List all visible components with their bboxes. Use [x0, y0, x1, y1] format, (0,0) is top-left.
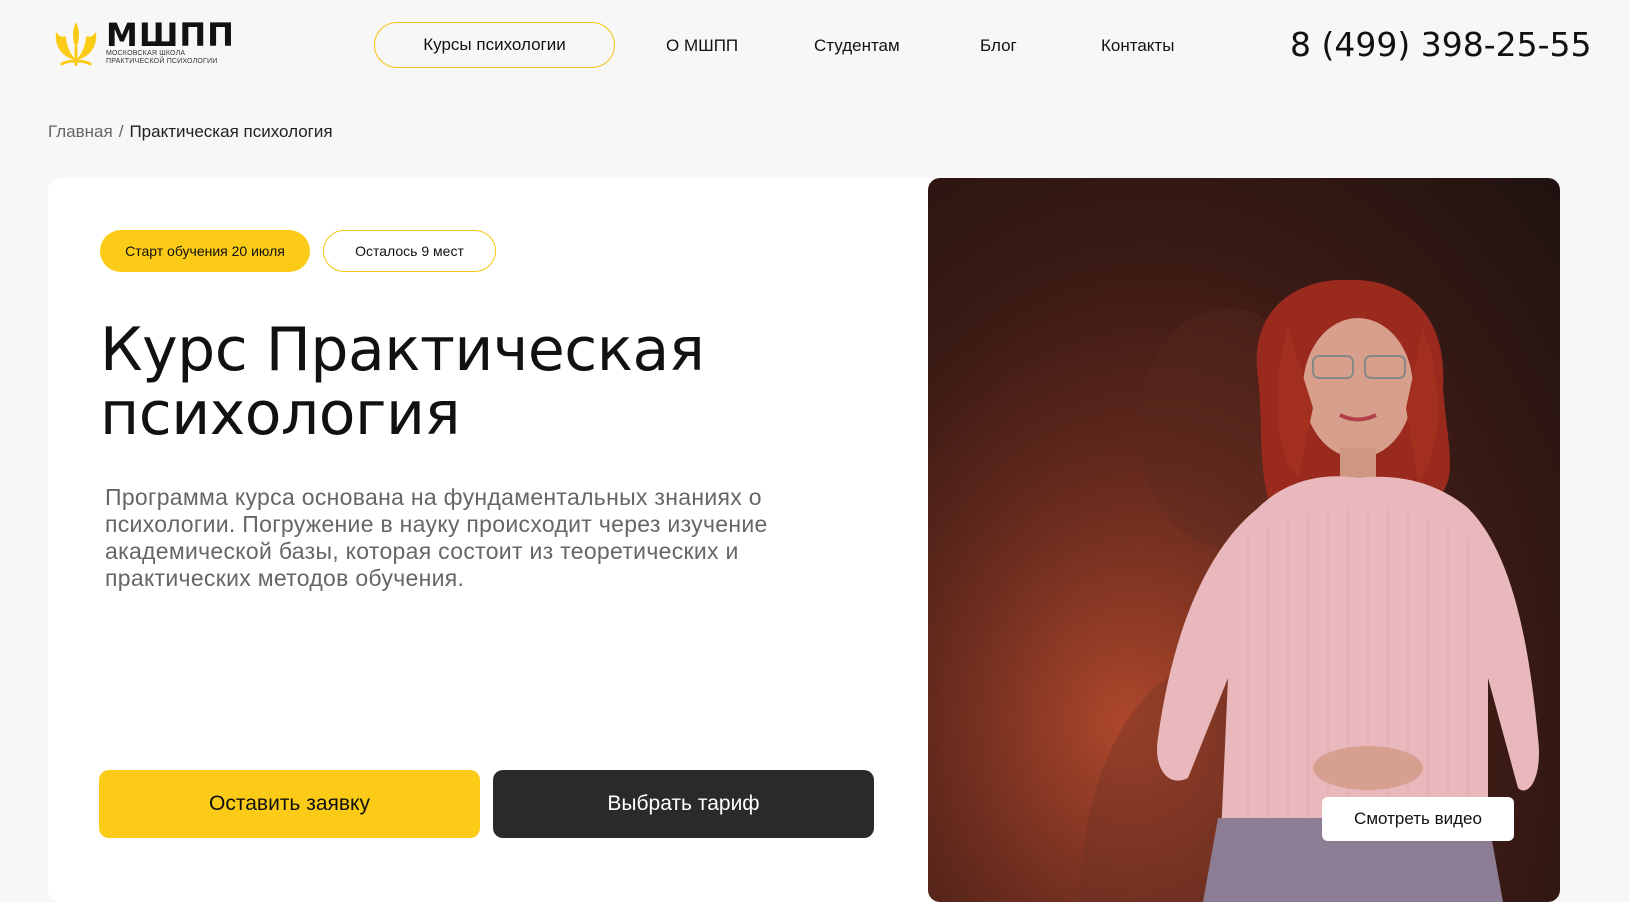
phone-number[interactable]: 8 (499) 398-25-55: [1290, 25, 1592, 64]
apply-button[interactable]: Оставить заявку: [99, 770, 480, 838]
logo[interactable]: МШПП Московская школа практической психо…: [48, 18, 235, 68]
nav-students-link[interactable]: Студентам: [814, 36, 900, 56]
video-preview[interactable]: [928, 178, 1560, 902]
page-title: Курс Практическая психология: [100, 315, 705, 449]
places-left-badge: Осталось 9 мест: [323, 230, 496, 272]
choose-tariff-button[interactable]: Выбрать тариф: [493, 770, 874, 838]
main-nav: Курсы психологии: [374, 22, 615, 68]
start-date-badge: Старт обучения 20 июля: [100, 230, 310, 272]
breadcrumb-current: Практическая психология: [129, 122, 333, 141]
course-description: Программа курса основана на фундаменталь…: [105, 484, 768, 591]
breadcrumb-separator: /: [118, 122, 124, 141]
logo-title: МШПП: [106, 16, 235, 54]
nav-contacts-link[interactable]: Контакты: [1101, 36, 1174, 56]
logo-subtitle-1: Московская школа: [106, 50, 186, 57]
hero-card: Старт обучения 20 июля Осталось 9 мест К…: [48, 178, 1560, 902]
presenter-image: [928, 178, 1560, 902]
nav-blog-link[interactable]: Блог: [980, 36, 1017, 56]
breadcrumb: Главная / Практическая психология: [48, 122, 333, 142]
nav-about-link[interactable]: О МШПП: [666, 36, 738, 56]
watch-video-button[interactable]: Смотреть видео: [1322, 797, 1514, 841]
breadcrumb-home-link[interactable]: Главная: [48, 122, 113, 142]
logo-subtitle-2: практической психологии: [106, 58, 218, 65]
psi-leaf-icon: [55, 22, 97, 66]
nav-courses-button[interactable]: Курсы психологии: [374, 22, 615, 68]
site-header: МШПП Московская школа практической психо…: [0, 0, 1629, 92]
